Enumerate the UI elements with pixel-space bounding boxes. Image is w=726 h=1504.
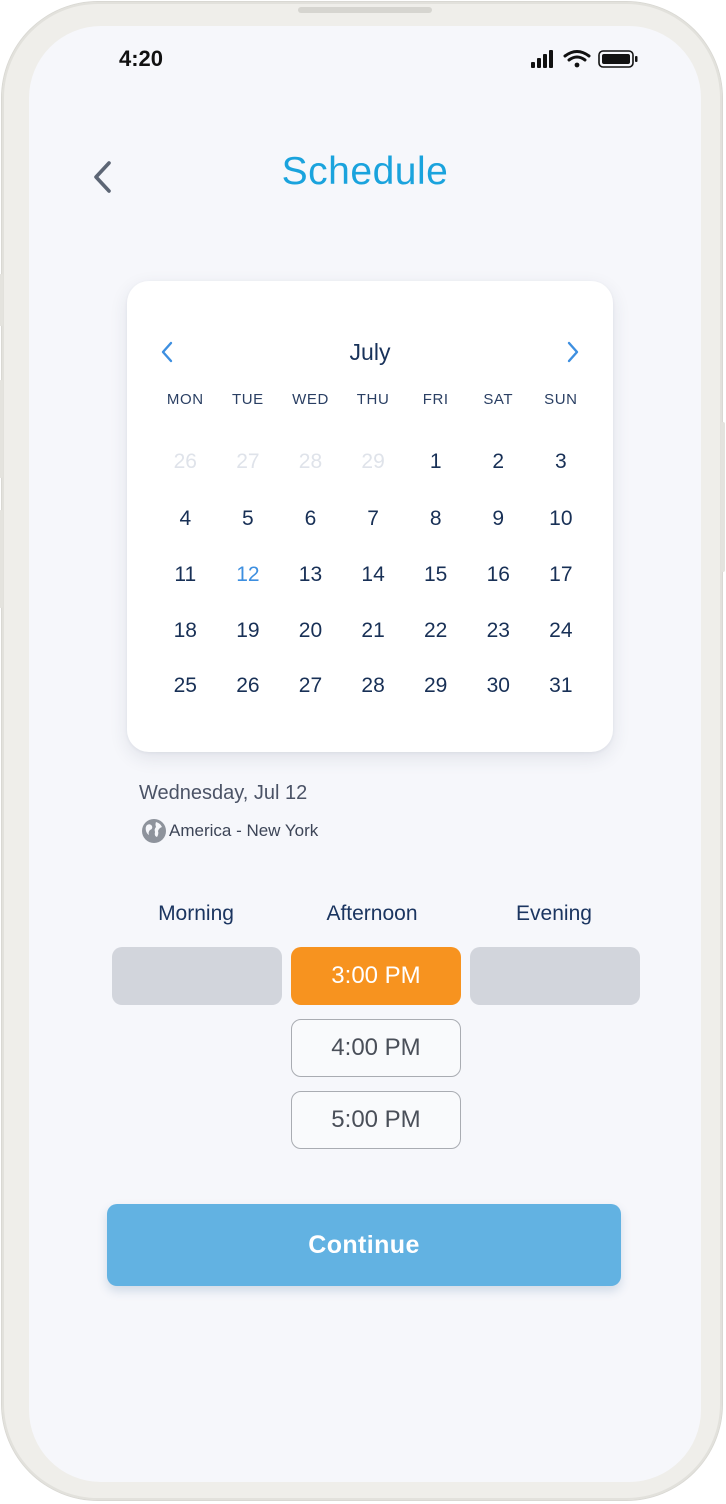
calendar-day[interactable]: 9	[467, 490, 530, 547]
weekday-label: FRI	[422, 391, 449, 408]
evening-slot-empty	[470, 947, 640, 1005]
volume-down-button	[0, 510, 3, 608]
calendar-days-grid: 26 27 28 29 1 2 3 4 5 6 7 8 9 10 11 12 13 14 15 16 17 18 19 20 2…	[154, 433, 594, 713]
calendar-day[interactable]: 22	[404, 603, 467, 658]
weekday-label: TUE	[231, 391, 264, 408]
calendar-day[interactable]: 4	[154, 490, 217, 547]
calendar-day[interactable]: 30	[467, 658, 530, 713]
signal-icon	[531, 50, 553, 68]
status-time: 4:20	[119, 46, 164, 71]
calendar-day[interactable]: 16	[467, 547, 530, 603]
calendar-day[interactable]: 10	[530, 490, 593, 547]
weekday-header: MON TUE WED THU FRI SAT SUN	[154, 391, 594, 408]
calendar-day[interactable]: 23	[467, 603, 530, 658]
tab-morning[interactable]: Morning	[111, 902, 281, 926]
calendar-day[interactable]: 19	[217, 603, 280, 658]
globe-icon	[142, 819, 166, 843]
calendar-day[interactable]: 5	[217, 490, 280, 547]
status-icons	[529, 48, 641, 70]
tab-afternoon[interactable]: Afternoon	[287, 902, 457, 926]
volume-up-button	[0, 380, 3, 478]
calendar-day[interactable]: 18	[154, 603, 217, 658]
wifi-icon	[563, 50, 591, 68]
calendar-day-outside-month: 28	[298, 449, 323, 473]
phone-frame: 4:20 Schedule July MON TUE WED THU FRI S…	[0, 2, 725, 1500]
calendar-day-outside-month: 26	[173, 449, 197, 473]
calendar-day[interactable]: 13	[279, 547, 342, 603]
weekday-label: SUN	[544, 391, 578, 408]
calendar-day[interactable]: 11	[154, 547, 217, 603]
chevron-right-icon	[567, 341, 579, 363]
calendar-day[interactable]: 24	[530, 603, 593, 658]
calendar-day[interactable]: 27	[279, 658, 342, 713]
selected-date-label: Wednesday, Jul 12	[139, 782, 308, 804]
time-slot-selected[interactable]: 3:00 PM	[291, 947, 461, 1005]
tab-evening[interactable]: Evening	[469, 902, 639, 926]
calendar-day[interactable]: 14	[342, 547, 405, 603]
calendar-day[interactable]: 3	[530, 433, 593, 490]
calendar-day-outside-month: 27	[236, 449, 260, 473]
calendar-day[interactable]: 8	[404, 490, 467, 547]
calendar-day[interactable]: 31	[530, 658, 593, 713]
power-button	[721, 422, 725, 572]
calendar-day[interactable]: 25	[154, 658, 217, 713]
calendar-day[interactable]: 28	[342, 658, 405, 713]
calendar-day[interactable]: 26	[217, 658, 280, 713]
calendar-day[interactable]: 29	[404, 658, 467, 713]
timezone-selector[interactable]: America - New York	[141, 818, 318, 844]
weekday-label: SAT	[483, 391, 514, 408]
calendar-day[interactable]: 21	[342, 603, 405, 658]
calendar-day[interactable]: 20	[279, 603, 342, 658]
calendar-day[interactable]: 1	[404, 433, 467, 490]
calendar-day-outside-month: 29	[361, 449, 385, 473]
month-label: July	[349, 339, 391, 365]
timezone-label: America - New York	[169, 821, 319, 840]
battery-icon	[598, 50, 638, 68]
speaker-grille	[298, 7, 432, 13]
calendar-day[interactable]: 17	[530, 547, 593, 603]
calendar-card: July MON TUE WED THU FRI SAT SUN 26 27 28 29 1 2 3 4 5…	[127, 281, 613, 752]
mute-switch	[0, 274, 3, 326]
calendar-day-today[interactable]: 12	[217, 547, 280, 603]
calendar-day[interactable]: 7	[342, 490, 405, 547]
next-month-button[interactable]	[561, 337, 585, 367]
time-slot[interactable]: 5:00 PM	[291, 1091, 461, 1149]
page-title: Schedule	[281, 150, 449, 193]
weekday-label: WED	[292, 391, 329, 408]
weekday-label: MON	[166, 391, 204, 408]
screen: 4:20 Schedule July MON TUE WED THU FRI S…	[29, 26, 701, 1482]
calendar-day[interactable]: 2	[467, 433, 530, 490]
weekday-label: THU	[356, 391, 390, 408]
morning-slot-empty	[112, 947, 282, 1005]
calendar-day[interactable]: 6	[279, 490, 342, 547]
continue-button[interactable]: Continue	[107, 1204, 621, 1286]
calendar-day[interactable]: 15	[404, 547, 467, 603]
time-slot[interactable]: 4:00 PM	[291, 1019, 461, 1077]
